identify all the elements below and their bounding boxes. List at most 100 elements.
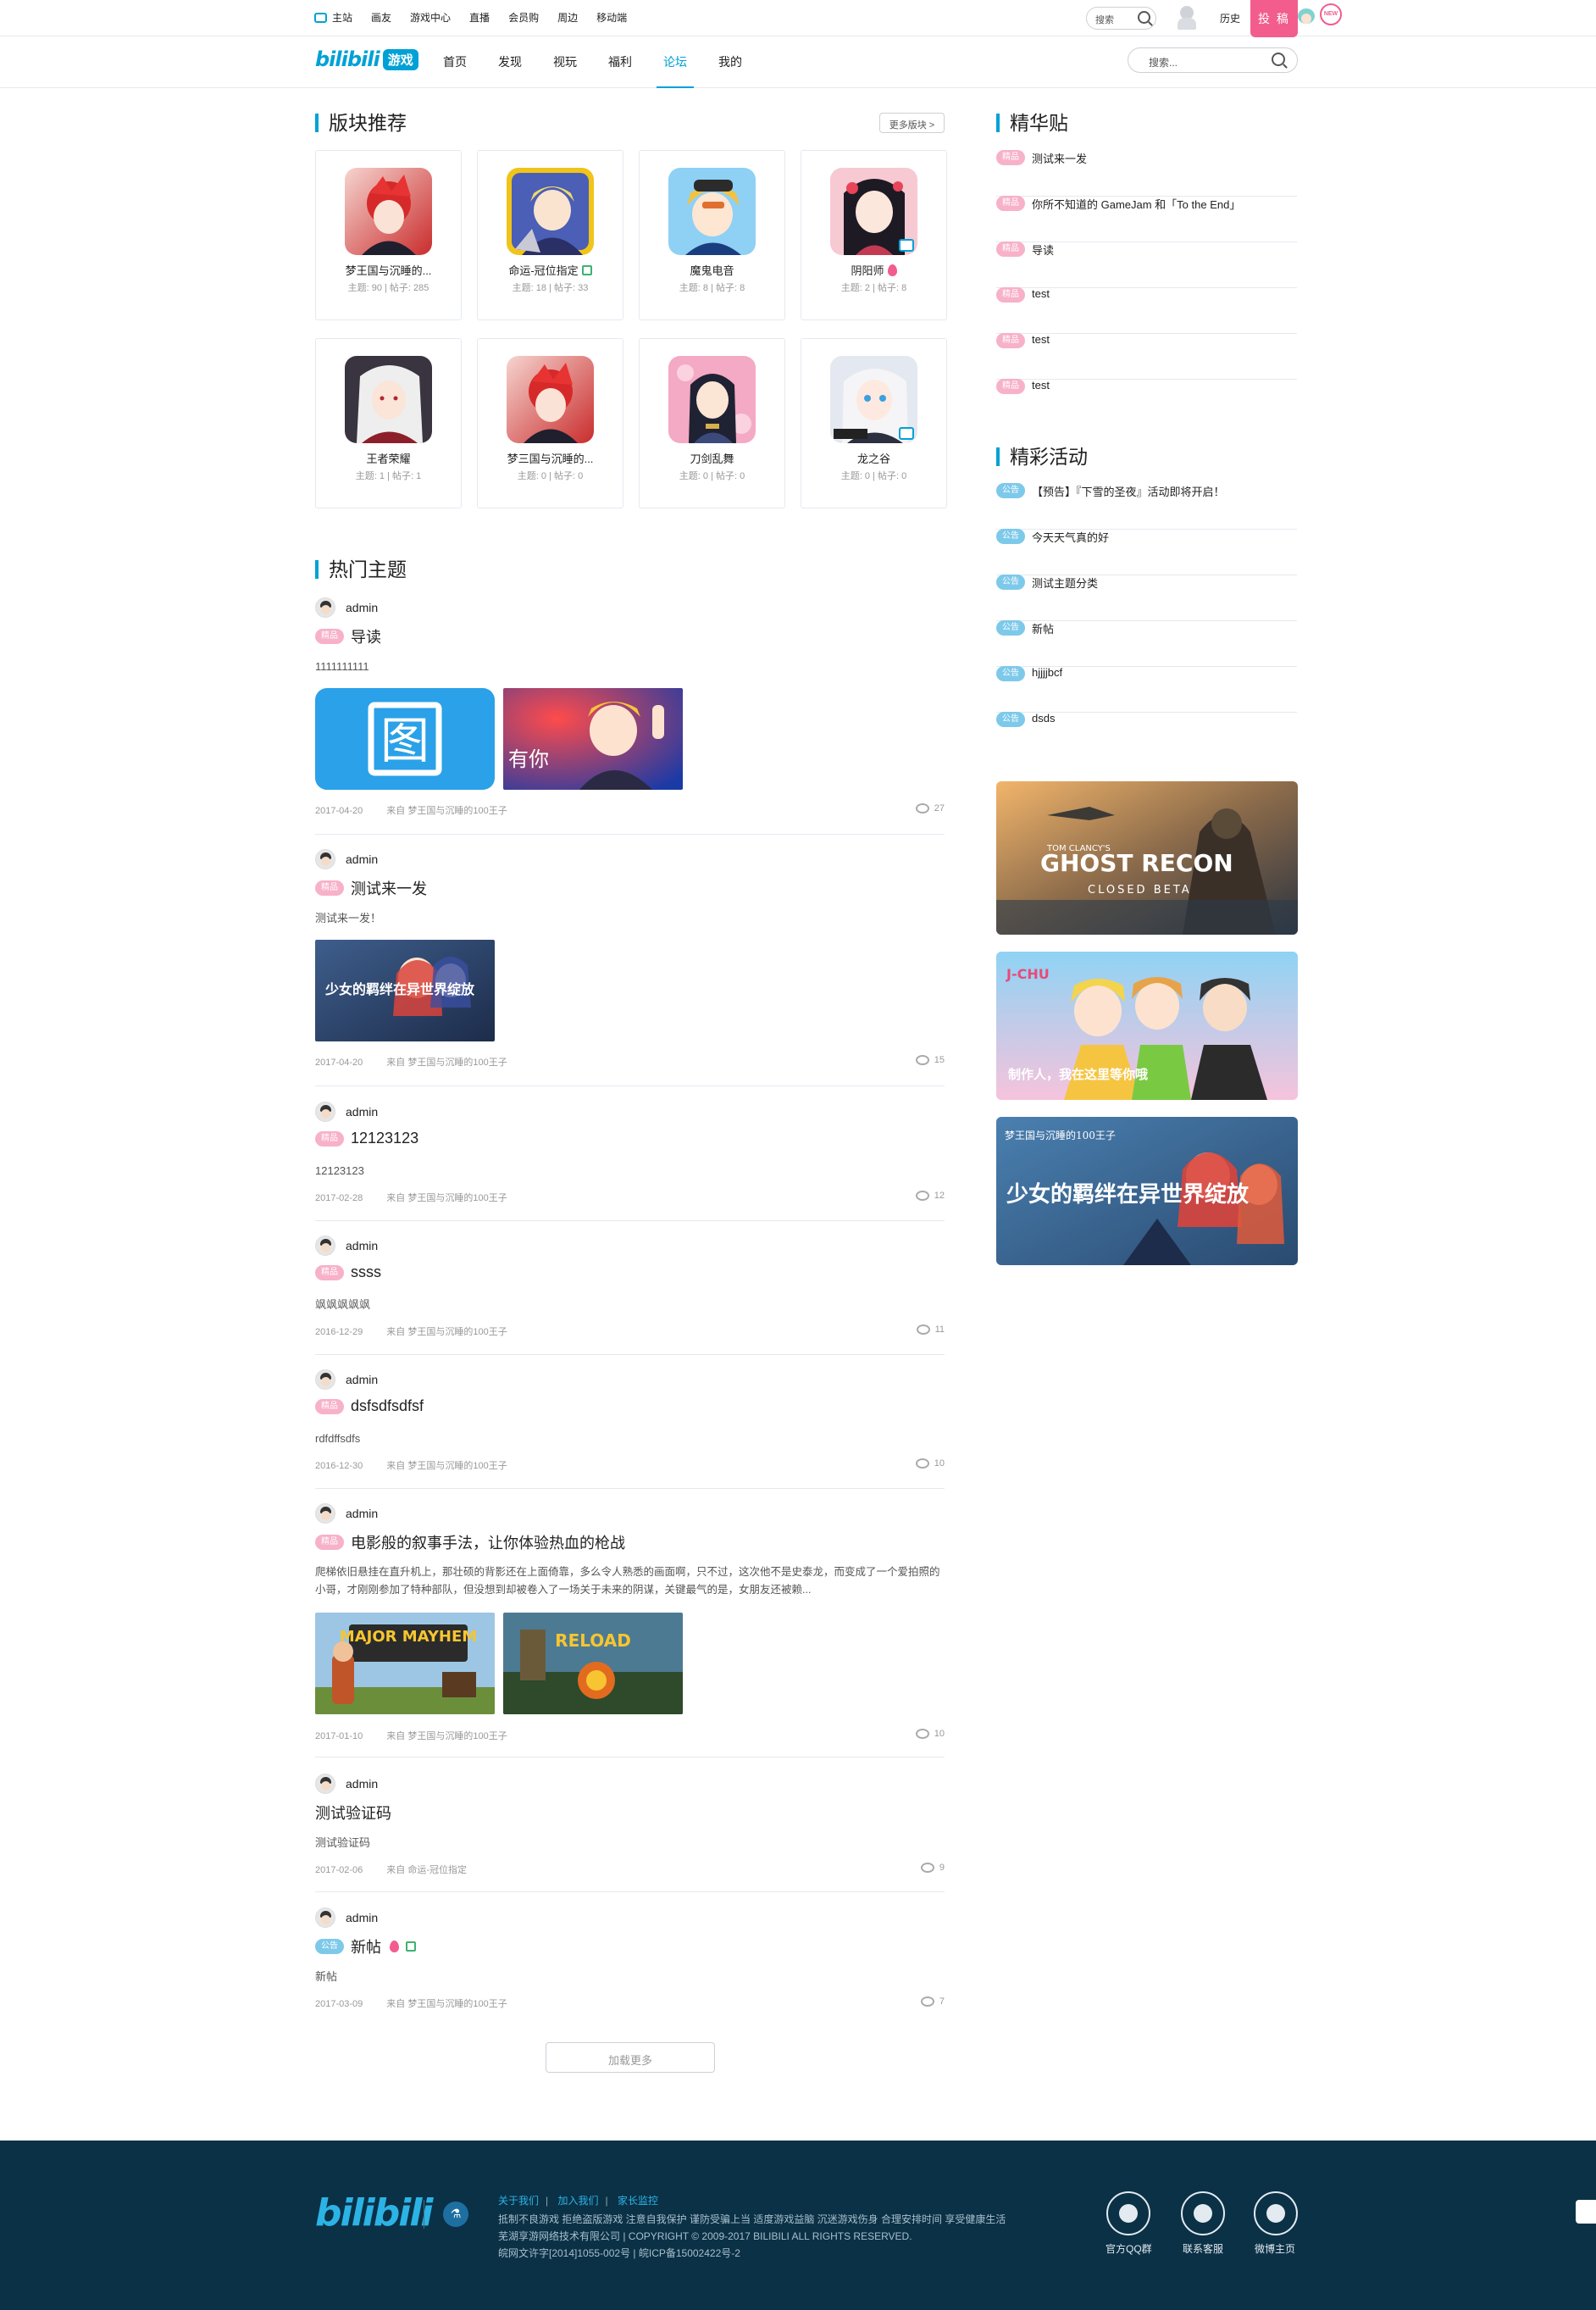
search-icon[interactable] xyxy=(1138,11,1150,24)
post-author[interactable]: admin xyxy=(315,1369,378,1391)
footer-link-join[interactable]: 加入我们 xyxy=(557,2195,598,2207)
logo-text: bilibili xyxy=(315,47,380,71)
banner-ghost-recon[interactable]: TOM CLANCY'S GHOST RECON CLOSED BETA xyxy=(996,781,1298,935)
post-title[interactable]: 精品 测试来一发 xyxy=(315,877,427,899)
notice-tag: 公告 xyxy=(996,620,1025,636)
post-source[interactable]: 来自 梦王国与沉睡的100王子 xyxy=(386,1327,507,1337)
post-source[interactable]: 来自 梦王国与沉睡的100王子 xyxy=(386,1461,507,1471)
digest-item[interactable]: 精品 test xyxy=(996,287,1297,334)
post-source[interactable]: 来自 梦王国与沉睡的100王子 xyxy=(386,1999,507,2009)
event-item[interactable]: 公告 新帖 xyxy=(996,620,1297,667)
upload-button[interactable]: 投 稿 xyxy=(1250,0,1298,37)
main-nav-welfare[interactable]: 福利 xyxy=(608,37,632,88)
post-source[interactable]: 来自 梦王国与沉睡的100王子 xyxy=(386,1731,507,1741)
board-card[interactable]: 刀剑乱舞 主题: 0 | 帖子: 0 xyxy=(639,338,785,508)
event-item[interactable]: 公告 今天天气真的好 xyxy=(996,529,1297,575)
digest-item[interactable]: 精品 导读 xyxy=(996,242,1297,288)
top-nav-item[interactable]: 移动端 xyxy=(596,10,627,25)
post-title[interactable]: 精品 12123123 xyxy=(315,1130,418,1147)
top-nav-item[interactable]: 周边 xyxy=(557,10,578,25)
post-title[interactable]: 精品 ssss xyxy=(315,1263,381,1281)
post-source[interactable]: 来自 梦王国与沉睡的100王子 xyxy=(386,1193,507,1203)
load-more-button[interactable]: 加载更多 xyxy=(546,2042,715,2073)
post-item[interactable]: admin 精品 12123123 12123123 2017-02-28 来自 梦… xyxy=(315,1101,945,1221)
customer-service-icon[interactable] xyxy=(1181,2191,1225,2235)
comment-count: 9 xyxy=(920,1863,945,1873)
search-icon[interactable] xyxy=(1272,53,1285,66)
board-card[interactable]: 梦王国与沉睡的... 主题: 90 | 帖子: 285 xyxy=(315,150,462,320)
top-nav-item[interactable]: 直播 xyxy=(469,10,490,25)
post-author[interactable]: admin xyxy=(315,848,378,870)
boards-title: 版块推荐 xyxy=(315,111,407,135)
qq-group-icon[interactable] xyxy=(1106,2191,1150,2235)
post-title[interactable]: 精品 电影般的叙事手法，让你体验热血的枪战 xyxy=(315,1531,625,1553)
main-nav-video[interactable]: 视玩 xyxy=(553,37,577,88)
top-search-input[interactable]: 搜索 xyxy=(1086,7,1156,30)
post-author[interactable]: admin xyxy=(315,1773,378,1795)
header-search-input[interactable]: 搜索... xyxy=(1128,47,1298,73)
more-boards-button[interactable]: 更多版块 > xyxy=(879,113,945,133)
avatar xyxy=(315,1102,335,1122)
post-item[interactable]: admin 公告 新帖 新帖 2017-03-09 来自 梦王国与沉睡的100王子 … xyxy=(315,1907,945,2015)
board-card[interactable]: 龙之谷 主题: 0 | 帖子: 0 xyxy=(801,338,947,508)
footer-link-about[interactable]: 关于我们 xyxy=(498,2195,539,2207)
main-nav-discover[interactable]: 发现 xyxy=(498,37,522,88)
board-card[interactable]: 魔鬼电音 主题: 8 | 帖子: 8 xyxy=(639,150,785,320)
post-item[interactable]: admin 精品 测试来一发 测试来一发！ 少女的羁绊在异世界绽放 2017-04… xyxy=(315,848,945,1086)
post-author[interactable]: admin xyxy=(315,1502,378,1524)
banner-jchu[interactable]: J-CHU 制作人，我在这里等你哦 xyxy=(996,952,1298,1100)
post-source[interactable]: 来自 命运-冠位指定 xyxy=(386,1865,467,1875)
header-search-placeholder: 搜索... xyxy=(1149,57,1178,69)
post-image[interactable]: RELOAD xyxy=(503,1613,683,1714)
event-item[interactable]: 公告 【预告】『下雪的圣夜』活动即将开启！ xyxy=(996,483,1297,530)
board-card[interactable]: 阴阳师 主题: 2 | 帖子: 8 xyxy=(801,150,947,320)
event-item[interactable]: 公告 dsds xyxy=(996,712,1297,758)
main-nav-forum[interactable]: 论坛 xyxy=(657,37,694,88)
post-item[interactable]: admin 精品 ssss 飒飒飒飒飒 2016-12-29 来自 梦王国与沉睡的1… xyxy=(315,1235,945,1355)
post-image[interactable]: 图 xyxy=(315,688,495,790)
digest-item[interactable]: 精品 test xyxy=(996,379,1297,425)
post-item[interactable]: admin 精品 dsfsdfsdfsf rdfdffsdfs 2016-12-3… xyxy=(315,1369,945,1489)
post-title[interactable]: 精品 导读 xyxy=(315,625,381,647)
user-avatar[interactable] xyxy=(1173,4,1200,31)
event-item[interactable]: 公告 hjjjjbcf xyxy=(996,666,1297,713)
post-title-text: ssss xyxy=(351,1263,381,1280)
parental-control-icon[interactable]: ⚗ xyxy=(443,2202,468,2227)
banner-dream-kingdom[interactable]: 梦王国与沉睡的100王子 少女的羁绊在异世界绽放 xyxy=(996,1117,1298,1265)
main-nav-mine[interactable]: 我的 xyxy=(718,37,742,88)
top-nav-item[interactable]: 画友 xyxy=(371,10,391,25)
post-author[interactable]: admin xyxy=(315,597,378,619)
post-author[interactable]: admin xyxy=(315,1907,378,1929)
post-item[interactable]: admin 精品 电影般的叙事手法，让你体验热血的枪战 爬梯依旧悬挂在直升机上，那… xyxy=(315,1502,945,1757)
post-image[interactable]: 少女的羁绊在异世界绽放 xyxy=(315,940,495,1041)
post-author[interactable]: admin xyxy=(315,1235,378,1257)
history-link[interactable]: 历史 xyxy=(1220,11,1240,25)
footer-link-parental[interactable]: 家长监控 xyxy=(618,2195,658,2207)
digest-item[interactable]: 精品 你所不知道的 GameJam 和「To the End」 xyxy=(996,196,1297,242)
post-title[interactable]: 测试验证码 xyxy=(315,1802,391,1824)
digest-item[interactable]: 精品 测试来一发 xyxy=(996,150,1297,197)
footer-logo[interactable]: bilibili xyxy=(315,2191,433,2235)
top-nav-item[interactable]: 游戏中心 xyxy=(410,10,451,25)
post-title[interactable]: 精品 dsfsdfsdfsf xyxy=(315,1397,424,1415)
board-card[interactable]: 梦三国与沉睡的... 主题: 0 | 帖子: 0 xyxy=(477,338,623,508)
event-item[interactable]: 公告 测试主题分类 xyxy=(996,575,1297,621)
post-author[interactable]: admin xyxy=(315,1101,378,1123)
post-item[interactable]: admin 精品 导读 1111111111 图 有你 2017-04-20 来自 … xyxy=(315,597,945,835)
mascot-icon[interactable] xyxy=(1296,5,1316,31)
top-nav-item[interactable]: 会员购 xyxy=(508,10,539,25)
top-nav-main[interactable]: 主站 xyxy=(314,10,352,25)
post-item[interactable]: admin 测试验证码 测试验证码 2017-02-06 来自 命运-冠位指定 9 xyxy=(315,1773,945,1892)
digest-item[interactable]: 精品 test xyxy=(996,333,1297,380)
board-card[interactable]: 命运-冠位指定 主题: 18 | 帖子: 33 xyxy=(477,150,623,320)
post-source[interactable]: 来自 梦王国与沉睡的100王子 xyxy=(386,1058,507,1068)
board-card[interactable]: 王者荣耀 主题: 1 | 帖子: 1 xyxy=(315,338,462,508)
post-source[interactable]: 来自 梦王国与沉睡的100王子 xyxy=(386,806,507,816)
post-image[interactable]: MAJOR MAYHEM xyxy=(315,1613,495,1714)
side-tab[interactable] xyxy=(1576,2200,1596,2224)
main-nav-home[interactable]: 首页 xyxy=(443,37,467,88)
site-logo[interactable]: bilibili 游戏 xyxy=(315,47,418,71)
post-image[interactable]: 有你 xyxy=(503,688,683,790)
weibo-icon[interactable] xyxy=(1254,2191,1298,2235)
post-title[interactable]: 公告 新帖 xyxy=(315,1935,416,1957)
